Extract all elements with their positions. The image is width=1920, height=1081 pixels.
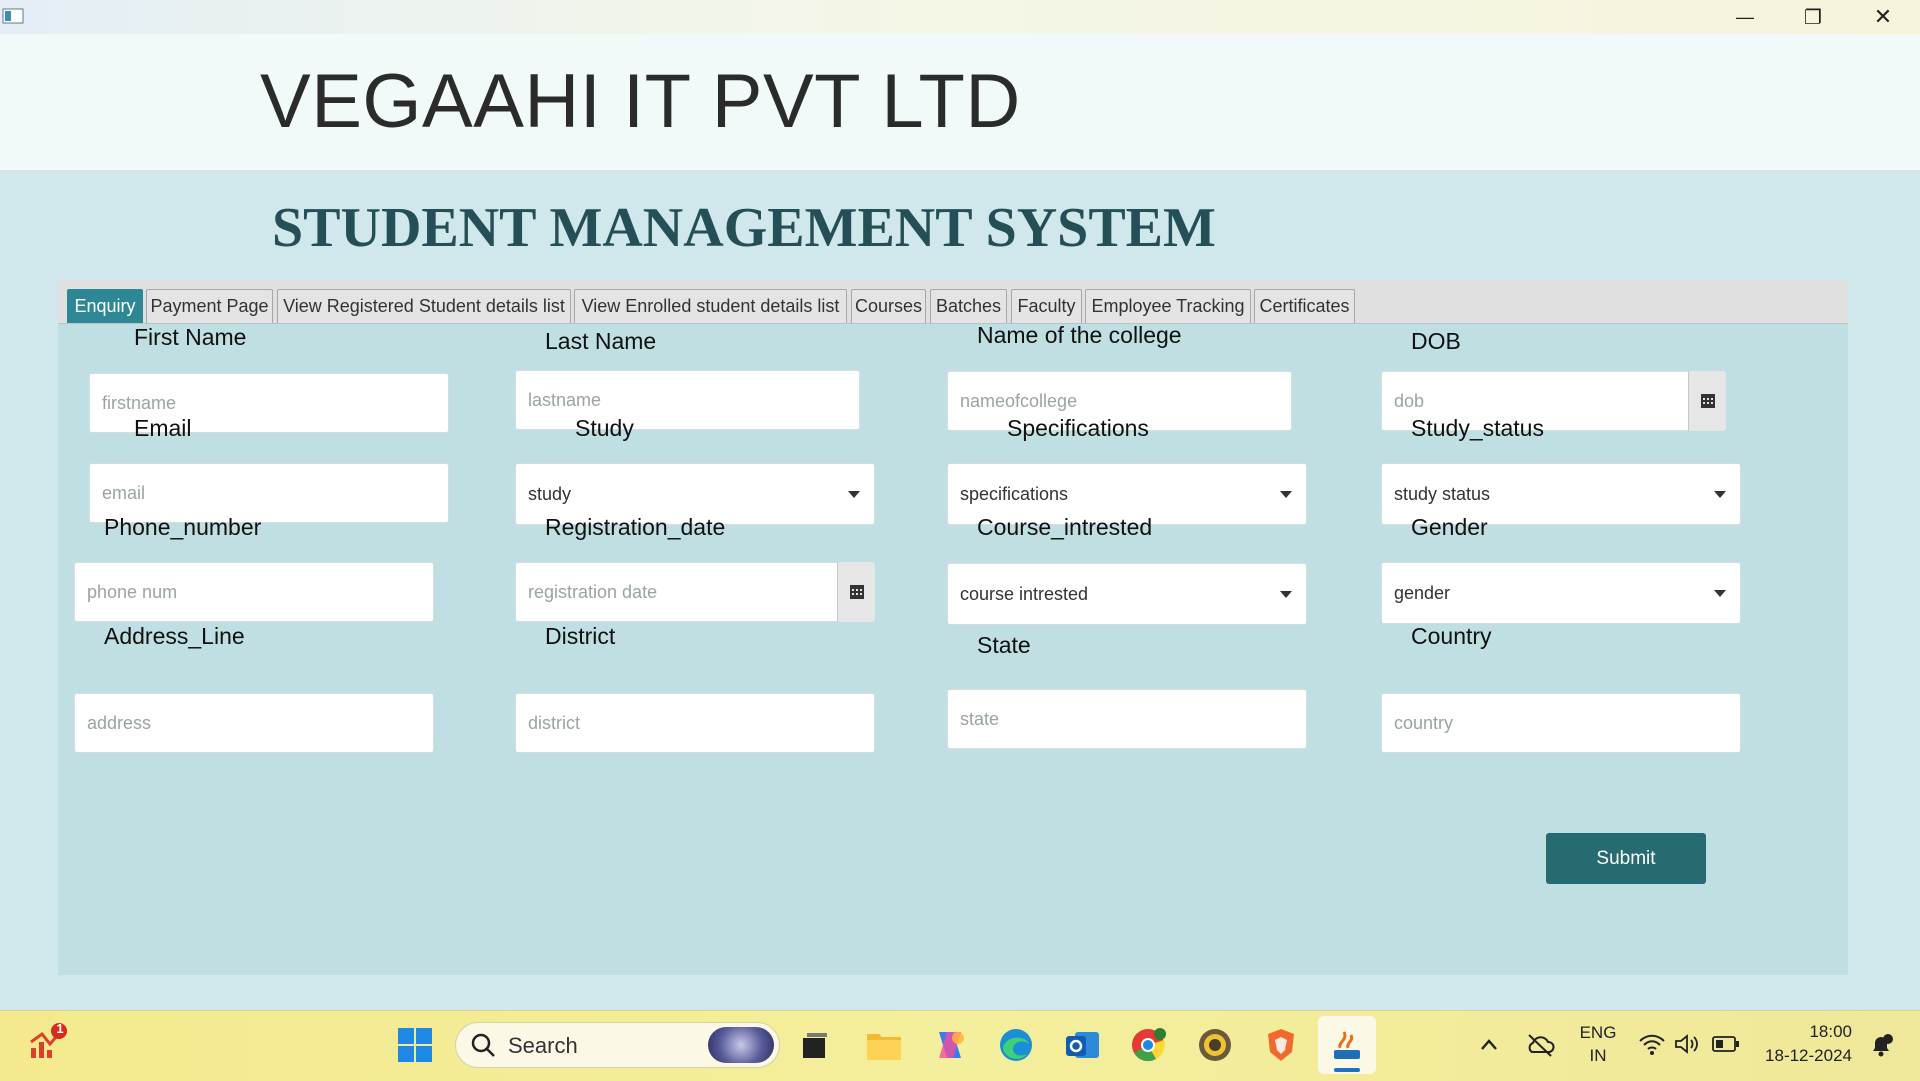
close-button[interactable]: ✕: [1848, 0, 1918, 34]
college-label: Name of the college: [977, 322, 1182, 348]
registration-date-label: Registration_date: [545, 514, 726, 540]
chevron-down-icon: [1280, 591, 1292, 598]
tab-enquiry[interactable]: Enquiry: [67, 289, 143, 323]
notification-badge: 1: [56, 1021, 64, 1036]
course-intrested-select-value: course intrested: [960, 583, 1089, 604]
address-label: Address_Line: [104, 623, 245, 649]
company-name: VEGAAHI IT PVT LTD: [260, 59, 1021, 144]
tab-view-enrolled-students[interactable]: View Enrolled student details list: [574, 289, 847, 323]
address-input[interactable]: [74, 693, 434, 753]
state-input[interactable]: [947, 689, 1307, 749]
study-status-label: Study_status: [1411, 415, 1544, 441]
search-label: Search: [508, 1033, 578, 1058]
study-select-value: study: [528, 483, 572, 504]
gender-select-value: gender: [1394, 582, 1451, 603]
chevron-down-icon: [1280, 491, 1292, 498]
edge-icon[interactable]: [996, 1025, 1036, 1065]
tab-employee-tracking[interactable]: Employee Tracking: [1085, 289, 1251, 323]
outlook-icon[interactable]: [1062, 1025, 1102, 1065]
last-name-input[interactable]: [515, 370, 860, 430]
tab-courses[interactable]: Courses: [851, 289, 926, 323]
app-icon: [2, 7, 24, 25]
language-indicator[interactable]: ENG: [1578, 1023, 1618, 1043]
course-intrested-select[interactable]: course intrested: [947, 563, 1307, 625]
search-icon: [470, 1032, 496, 1063]
minimize-icon: —: [1736, 6, 1754, 27]
gender-select[interactable]: gender: [1381, 562, 1741, 624]
first-name-label: First Name: [134, 324, 247, 350]
registration-date-input[interactable]: [515, 562, 875, 622]
clock-time[interactable]: 18:00: [1752, 1022, 1852, 1042]
battery-icon[interactable]: [1712, 1035, 1740, 1058]
restore-button[interactable]: ❐: [1778, 0, 1848, 34]
tab-view-registered-students[interactable]: View Registered Student details list: [277, 289, 571, 323]
eclipse-ide-icon[interactable]: [1195, 1025, 1235, 1065]
course-intrested-label: Course_intrested: [977, 514, 1153, 540]
clock-date: 18-12-2024: [1765, 1046, 1852, 1065]
notification-bell-icon[interactable]: [1868, 1032, 1894, 1063]
country-label: Country: [1411, 623, 1492, 649]
chevron-down-icon: [1714, 590, 1726, 597]
tab-certificates[interactable]: Certificates: [1254, 289, 1355, 323]
calendar-icon: [1700, 394, 1715, 408]
district-label: District: [545, 623, 616, 649]
show-hidden-icons-chevron-icon[interactable]: [1478, 1034, 1500, 1061]
registration-calendar-button[interactable]: [837, 562, 875, 622]
copilot-icon[interactable]: [930, 1025, 970, 1065]
tab-payment-page[interactable]: Payment Page: [146, 289, 273, 323]
search-highlight-icon: [708, 1027, 774, 1063]
task-view-icon[interactable]: [795, 1025, 835, 1065]
email-label: Email: [134, 415, 192, 441]
calendar-icon: [849, 585, 864, 599]
dob-label: DOB: [1411, 328, 1461, 354]
study-status-select-value: study status: [1394, 483, 1491, 504]
dob-calendar-button[interactable]: [1688, 371, 1726, 431]
close-icon: ✕: [1873, 4, 1893, 29]
submit-button[interactable]: Submit: [1546, 833, 1706, 884]
specifications-select-value: specifications: [960, 483, 1069, 504]
phone-label: Phone_number: [104, 514, 262, 540]
district-input[interactable]: [515, 693, 875, 753]
window-title-bar: [0, 0, 1920, 34]
specifications-label: Specifications: [1007, 415, 1149, 441]
onedrive-offline-icon[interactable]: [1525, 1032, 1555, 1063]
restore-icon: ❐: [1804, 6, 1822, 29]
java-app-icon[interactable]: [1327, 1025, 1367, 1065]
last-name-label: Last Name: [545, 328, 657, 354]
chevron-down-icon: [848, 491, 860, 498]
country-input[interactable]: [1381, 693, 1741, 753]
system-title: STUDENT MANAGEMENT SYSTEM: [272, 197, 1216, 259]
brave-icon[interactable]: [1261, 1025, 1301, 1065]
minimize-button[interactable]: —: [1710, 0, 1780, 34]
state-label: State: [977, 632, 1031, 658]
start-icon[interactable]: [395, 1025, 435, 1065]
registration-date-picker: [515, 562, 875, 622]
wifi-icon[interactable]: [1638, 1032, 1666, 1061]
region-indicator: IN: [1589, 1046, 1607, 1065]
chevron-down-icon: [1714, 491, 1726, 498]
study-label: Study: [575, 415, 634, 441]
volume-icon[interactable]: [1674, 1032, 1700, 1061]
chrome-icon[interactable]: [1128, 1025, 1168, 1065]
file-explorer-icon[interactable]: [864, 1025, 904, 1065]
gender-label: Gender: [1411, 514, 1488, 540]
tab-faculty[interactable]: Faculty: [1011, 289, 1082, 323]
tab-batches[interactable]: Batches: [930, 289, 1007, 323]
active-app-indicator: [1334, 1068, 1360, 1072]
phone-input[interactable]: [74, 562, 434, 622]
